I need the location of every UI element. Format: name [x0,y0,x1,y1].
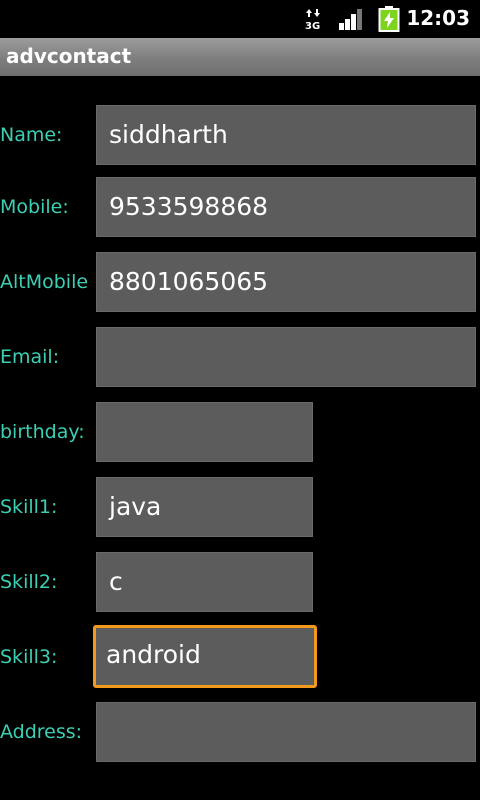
form-row-altmobile: AltMobile 8801065065 [0,252,480,312]
svg-text:3G: 3G [305,21,320,30]
altmobile-field[interactable]: 8801065065 [96,252,476,312]
app-title: advcontact [6,44,132,68]
status-bar: 3G 12:03 [0,0,480,38]
skill1-field[interactable]: java [96,477,313,537]
birthday-field[interactable] [96,402,313,462]
app-title-bar: advcontact [0,38,480,76]
form-row-email: Email: [0,327,480,387]
status-time: 12:03 [406,6,470,30]
form-row-name: Name: siddharth [0,105,480,165]
name-field[interactable]: siddharth [96,105,476,165]
address-label: Address: [0,721,83,743]
battery-charging-icon [378,6,400,32]
skill3-field[interactable]: android [93,625,317,688]
name-label: Name: [0,124,63,146]
skill2-label: Skill2: [0,571,58,593]
skill3-label: Skill3: [0,646,58,668]
email-label: Email: [0,346,60,368]
mobile-field[interactable]: 9533598868 [96,177,476,237]
form-row-skill3: Skill3: android [0,625,480,688]
form-row-birthday: birthday: [0,402,480,462]
altmobile-label: AltMobile [0,271,89,293]
signal-strength-icon [339,9,362,30]
data-3g-icon: 3G [305,9,320,30]
mobile-label: Mobile: [0,196,69,218]
birthday-label: birthday: [0,421,85,443]
address-field[interactable] [96,702,476,762]
email-field[interactable] [96,327,476,387]
form-row-skill2: Skill2: c [0,552,480,612]
skill2-field[interactable]: c [96,552,313,612]
form-row-address: Address: [0,702,480,762]
form-row-mobile: Mobile: 9533598868 [0,177,480,237]
skill1-label: Skill1: [0,496,58,518]
form-row-skill1: Skill1: java [0,477,480,537]
